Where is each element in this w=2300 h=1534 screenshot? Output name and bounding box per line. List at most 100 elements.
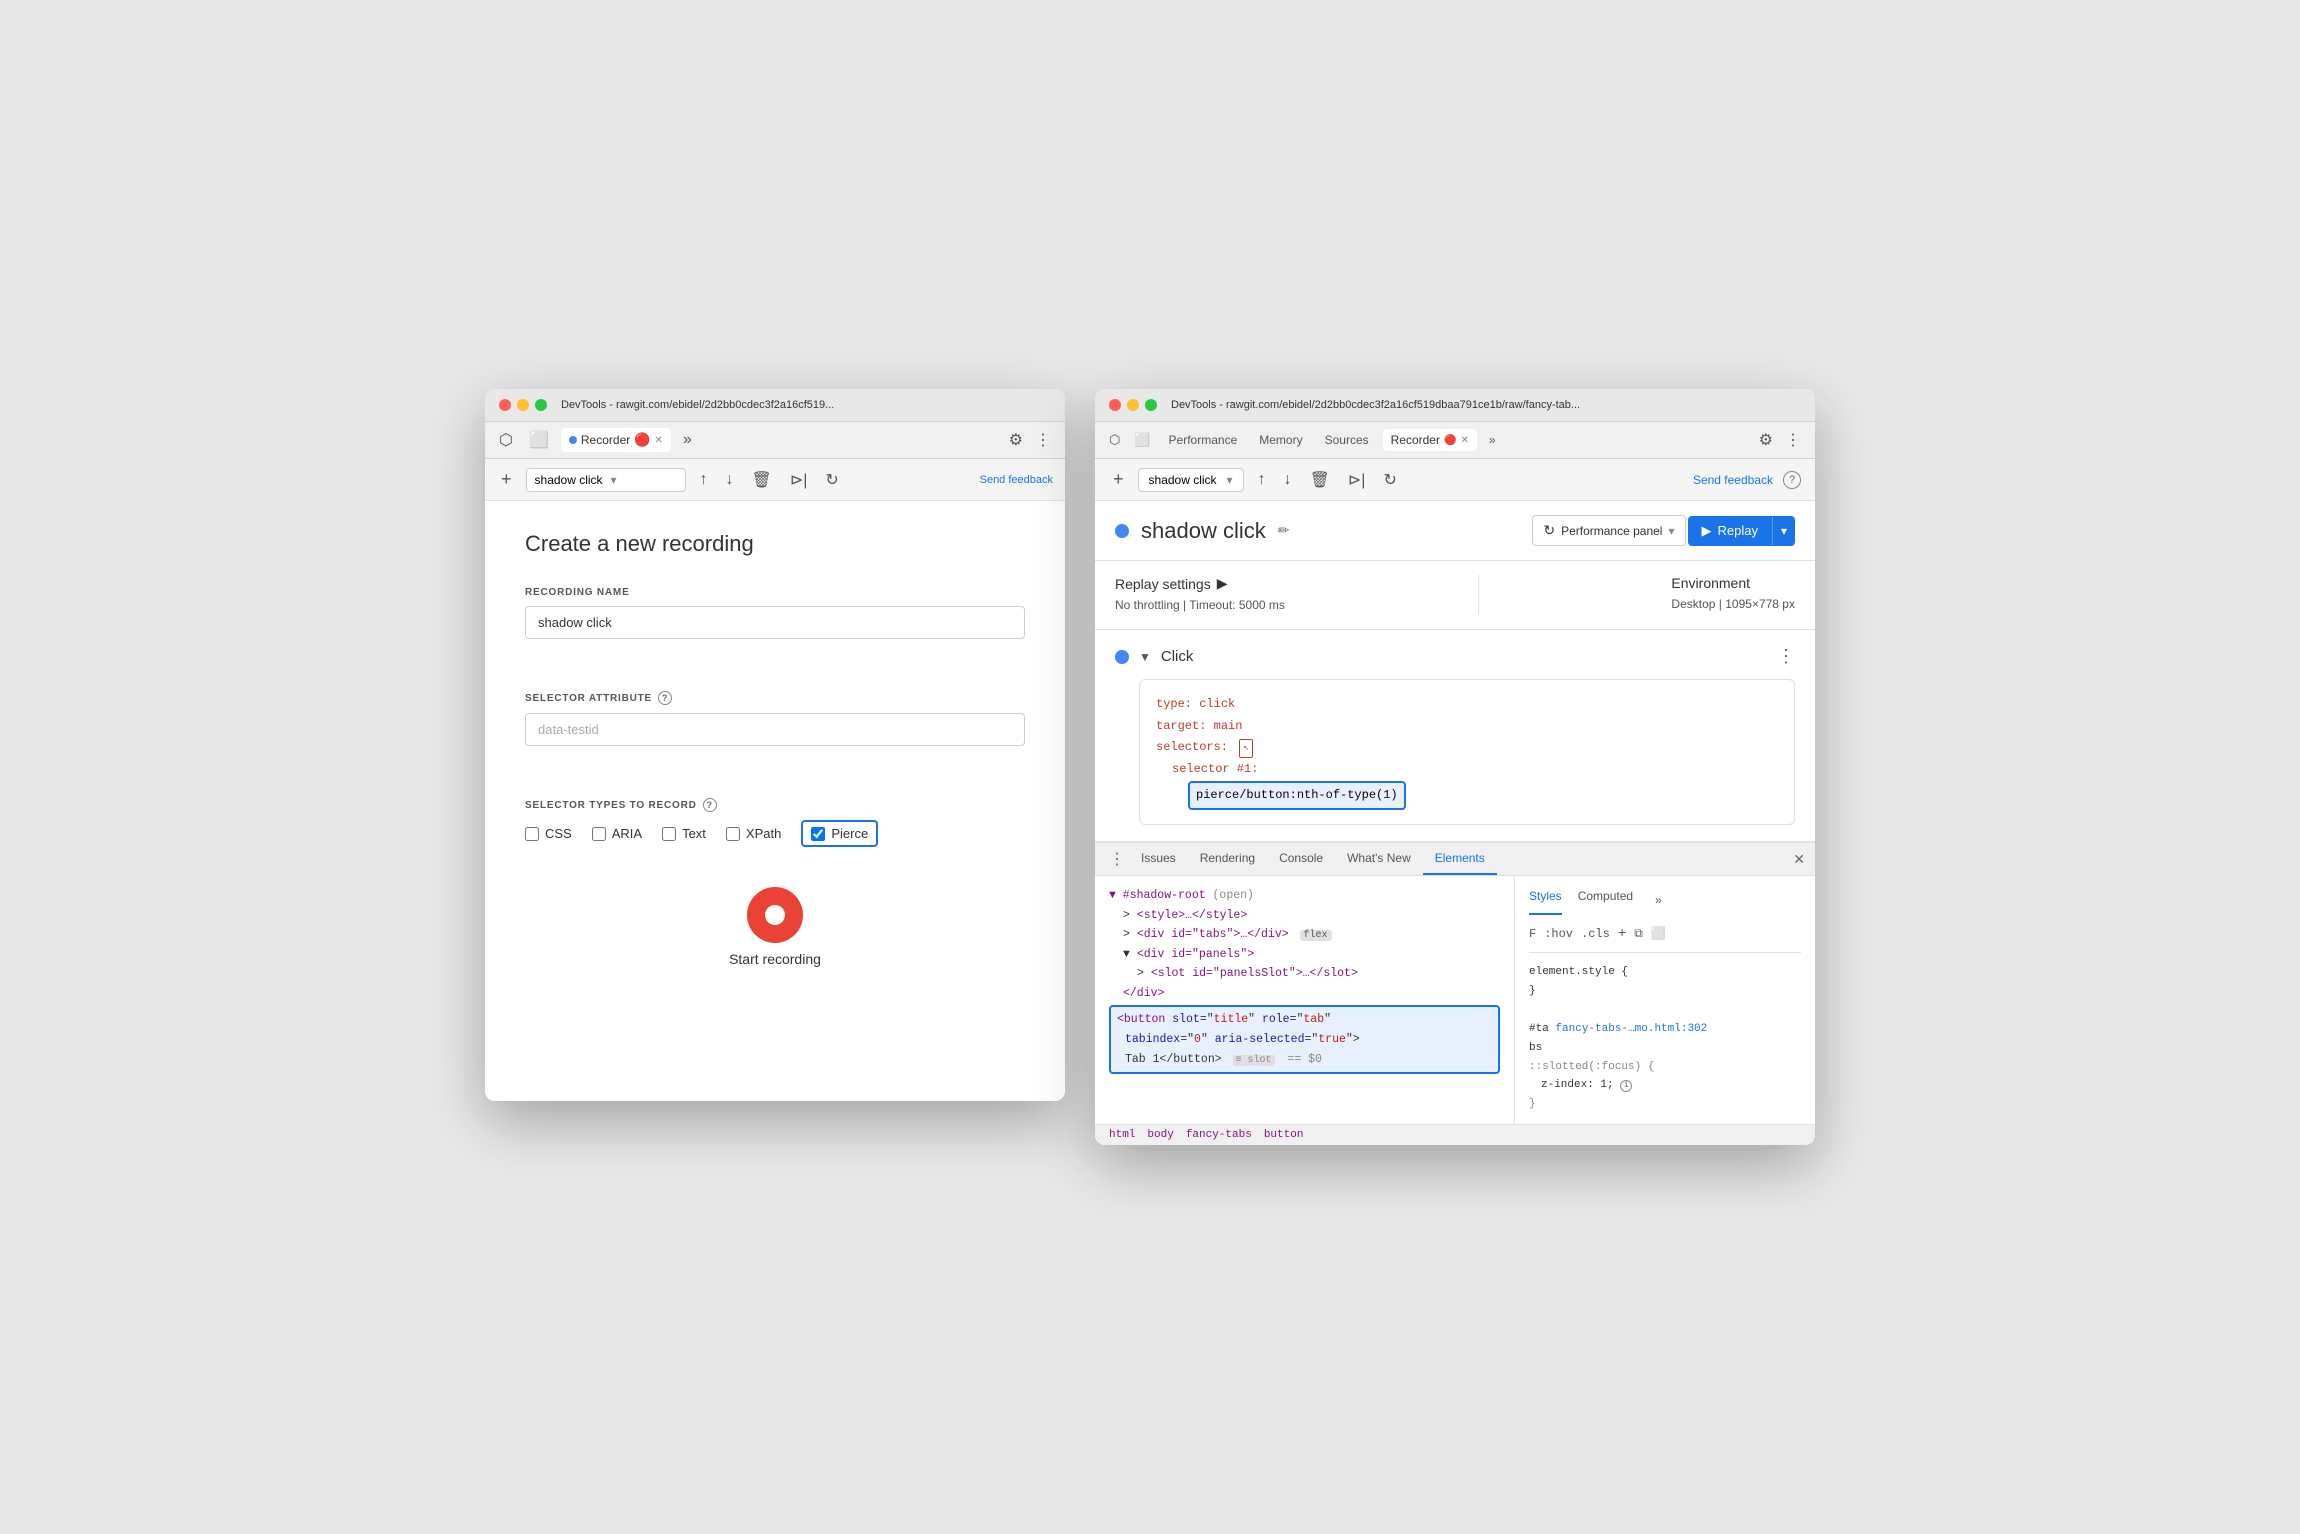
breadcrumb-fancy-tabs[interactable]: fancy-tabs: [1186, 1129, 1252, 1141]
start-recording-button[interactable]: Start recording: [729, 887, 821, 967]
add-style-icon[interactable]: +: [1618, 923, 1626, 947]
step-forward-icon-right[interactable]: ⊳|: [1344, 468, 1370, 492]
copy-styles-icon[interactable]: ⧉: [1634, 924, 1643, 944]
styles-more-tabs[interactable]: »: [1649, 886, 1668, 914]
left-inspector-icon[interactable]: ⬜: [525, 428, 553, 452]
classes-icon[interactable]: .cls: [1581, 924, 1610, 944]
selector-attribute-input[interactable]: [525, 713, 1025, 746]
tab-sources[interactable]: Sources: [1317, 429, 1377, 451]
tab-elements[interactable]: Elements: [1423, 843, 1497, 875]
checkbox-css[interactable]: CSS: [525, 826, 572, 841]
replay-settings-arrow[interactable]: ▶: [1217, 575, 1228, 592]
recorder-tab[interactable]: Recorder 🔴 ✕: [561, 428, 671, 452]
tab-issues[interactable]: Issues: [1129, 843, 1188, 875]
right-cursor-icon[interactable]: ⬡: [1105, 430, 1124, 450]
replay-btn-main[interactable]: ▶ Replay: [1688, 516, 1772, 546]
step-forward-icon[interactable]: ⊳|: [786, 468, 812, 492]
more-tabs-right[interactable]: »: [1483, 429, 1502, 451]
slot-badge: ≡ slot: [1233, 1055, 1275, 1066]
more-options-right[interactable]: ⋮: [1781, 428, 1805, 452]
maximize-button-right[interactable]: [1145, 399, 1157, 411]
delete-icon[interactable]: 🗑: [748, 468, 776, 492]
breadcrumb-html[interactable]: html: [1109, 1129, 1135, 1141]
computed-styles-icon[interactable]: ⬜: [1651, 924, 1666, 944]
pierce-checkbox[interactable]: [811, 827, 825, 841]
selector-file-link[interactable]: fancy-tabs-…mo.html:302: [1555, 1023, 1707, 1035]
tab-rendering[interactable]: Rendering: [1188, 843, 1267, 875]
right-inspector-icon[interactable]: ⬜: [1130, 430, 1154, 450]
checkbox-xpath[interactable]: XPath: [726, 826, 781, 841]
tab-memory[interactable]: Memory: [1251, 429, 1310, 451]
recording-name-input[interactable]: [525, 606, 1025, 639]
styles-toolbar: F :hov .cls + ⧉ ⬜: [1529, 923, 1801, 954]
filter-icon[interactable]: F: [1529, 924, 1536, 944]
help-icon-right[interactable]: ?: [1783, 471, 1801, 489]
export-icon-right[interactable]: ↑: [1254, 469, 1270, 491]
performance-panel-button[interactable]: ↻ Performance panel ▾: [1532, 515, 1685, 546]
replay-dropdown-arrow[interactable]: ▾: [1772, 517, 1795, 545]
tab-close-icon[interactable]: ✕: [654, 435, 662, 446]
minimize-button-right[interactable]: [1127, 399, 1139, 411]
breadcrumb-button[interactable]: button: [1264, 1129, 1304, 1141]
selector-attribute-section: SELECTOR ATTRIBUTE ?: [525, 691, 1025, 770]
z-index-line: z-index: 1; i: [1529, 1076, 1801, 1095]
tab-whats-new[interactable]: What's New: [1335, 843, 1423, 875]
more-tabs-btn[interactable]: »: [679, 429, 696, 451]
checkbox-aria[interactable]: ARIA: [592, 826, 642, 841]
edit-title-icon[interactable]: ✏: [1278, 522, 1290, 539]
close-button-right[interactable]: [1109, 399, 1121, 411]
replay-button[interactable]: ▶ Replay ▾: [1688, 516, 1796, 546]
xpath-checkbox[interactable]: [726, 827, 740, 841]
environment-details: Desktop | 1095×778 px: [1671, 597, 1795, 611]
css-checkbox[interactable]: [525, 827, 539, 841]
recording-title: shadow click: [1141, 518, 1266, 544]
recording-selector[interactable]: shadow click ▾: [526, 468, 686, 492]
replay-settings-right: Environment Desktop | 1095×778 px: [1671, 575, 1795, 611]
minimize-button[interactable]: [517, 399, 529, 411]
pseudo-classes-icon[interactable]: :hov: [1544, 924, 1573, 944]
settings-icon[interactable]: ⚙: [1009, 430, 1023, 450]
element-style-open: element.style {: [1529, 963, 1801, 982]
tab-recorder[interactable]: Recorder 🔴 ✕: [1383, 429, 1477, 451]
computed-tab[interactable]: Computed: [1578, 886, 1633, 914]
selector-help-icon[interactable]: ?: [658, 691, 672, 705]
import-icon[interactable]: ↓: [722, 469, 738, 491]
styles-tab[interactable]: Styles: [1529, 886, 1562, 914]
checkbox-pierce[interactable]: Pierce: [801, 820, 878, 847]
left-cursor-icon[interactable]: ⬡: [495, 428, 517, 452]
aria-checkbox[interactable]: [592, 827, 606, 841]
export-icon[interactable]: ↑: [696, 469, 712, 491]
pseudo-selector-close: }: [1529, 1095, 1801, 1114]
text-checkbox[interactable]: [662, 827, 676, 841]
close-panel-icon[interactable]: ✕: [1793, 851, 1805, 868]
import-icon-right[interactable]: ↓: [1280, 469, 1296, 491]
replay-icon-right[interactable]: ↻: [1379, 468, 1400, 492]
checkbox-text[interactable]: Text: [662, 826, 706, 841]
send-feedback-link-left[interactable]: Send feedback: [980, 474, 1053, 486]
breadcrumb-body[interactable]: body: [1147, 1129, 1173, 1141]
add-recording-btn[interactable]: +: [497, 467, 516, 492]
right-titlebar: DevTools - rawgit.com/ebidel/2d2bb0cdec3…: [1095, 389, 1815, 422]
close-button[interactable]: [499, 399, 511, 411]
more-options-icon[interactable]: ⋮: [1031, 428, 1055, 452]
shadow-click-header: shadow click ✏ ↻ Performance panel ▾ ▶ R…: [1095, 501, 1815, 561]
add-recording-btn-right[interactable]: +: [1109, 467, 1128, 492]
settings-icon-right[interactable]: ⚙: [1759, 430, 1773, 450]
step-expand-icon[interactable]: ▼: [1139, 650, 1151, 664]
selector-types-help-icon[interactable]: ?: [703, 798, 717, 812]
dom-highlighted-button[interactable]: <button slot="title" role="tab" tabindex…: [1109, 1005, 1500, 1074]
recorder-tab-close-right[interactable]: ✕: [1460, 435, 1468, 446]
step-menu-icon[interactable]: ⋮: [1777, 646, 1795, 667]
right-devtools-window: DevTools - rawgit.com/ebidel/2d2bb0cdec3…: [1095, 389, 1815, 1145]
recording-selector-right[interactable]: shadow click ▾: [1138, 468, 1244, 492]
info-icon[interactable]: i: [1620, 1080, 1632, 1092]
tab-console[interactable]: Console: [1267, 843, 1335, 875]
send-feedback-link-right[interactable]: Send feedback: [1693, 473, 1773, 487]
maximize-button[interactable]: [535, 399, 547, 411]
replay-icon[interactable]: ↻: [821, 468, 842, 492]
settings-separator: [1478, 575, 1479, 615]
tab-performance[interactable]: Performance: [1161, 429, 1246, 451]
delete-icon-right[interactable]: 🗑: [1306, 468, 1334, 492]
bottom-panel-menu[interactable]: ⋮: [1105, 845, 1129, 873]
recording-name-section: RECORDING NAME: [525, 587, 1025, 663]
